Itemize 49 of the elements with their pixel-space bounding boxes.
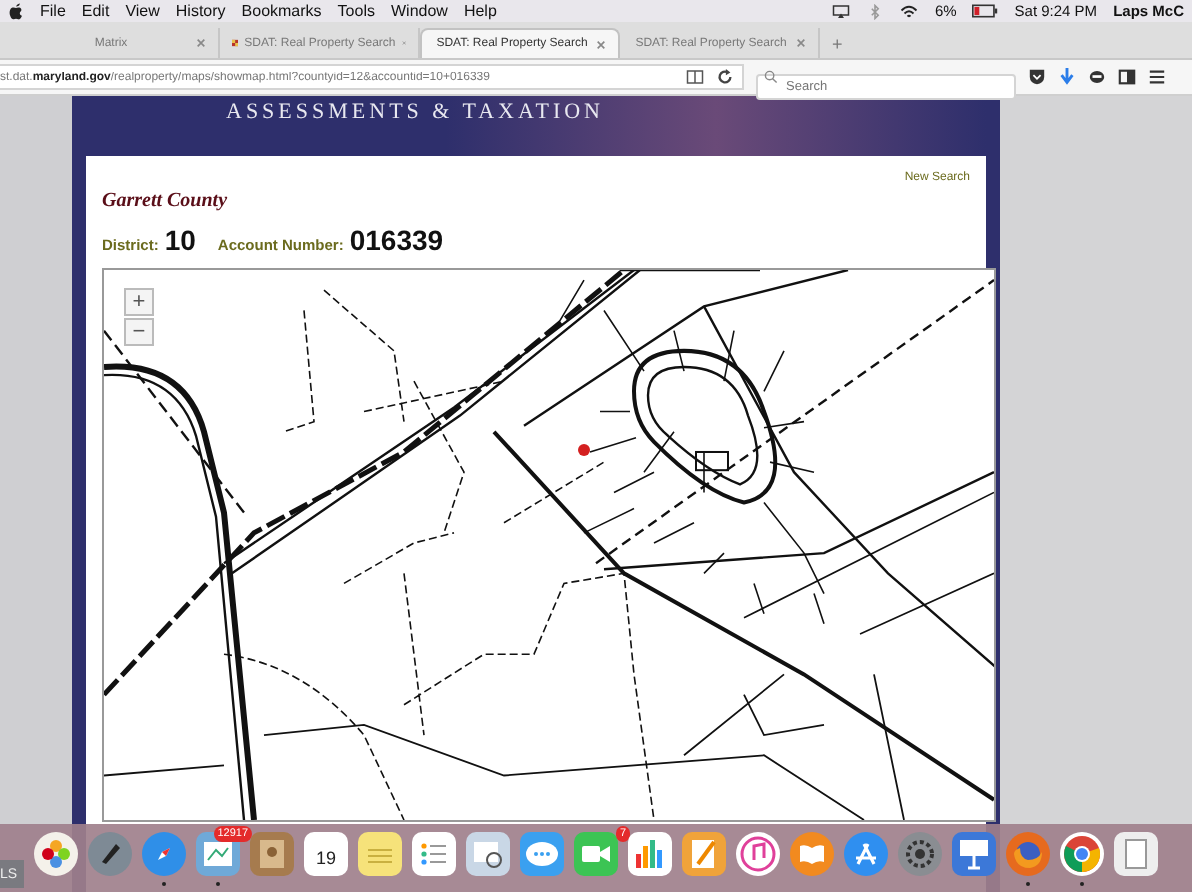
address-book-icon[interactable] bbox=[250, 832, 294, 876]
zoom-in-button[interactable]: + bbox=[124, 288, 154, 316]
document-icon[interactable] bbox=[1114, 832, 1158, 876]
menu-item[interactable]: View bbox=[125, 2, 160, 20]
calendar-icon[interactable]: 19 bbox=[304, 832, 348, 876]
calendar-date: 19 bbox=[315, 848, 336, 868]
menu-item[interactable]: History bbox=[175, 2, 226, 20]
speech-bubble-icon[interactable] bbox=[520, 832, 564, 876]
download-icon[interactable] bbox=[1058, 68, 1076, 86]
district-number: 10 bbox=[164, 224, 196, 256]
location-marker bbox=[578, 444, 590, 456]
pocket-icon[interactable] bbox=[1028, 68, 1046, 86]
new-tab-button[interactable]: + bbox=[820, 28, 855, 58]
notepad-icon[interactable] bbox=[358, 832, 402, 876]
menu-item[interactable]: Window bbox=[390, 2, 448, 20]
bar-chart-icon[interactable] bbox=[628, 832, 672, 876]
reader-view-icon[interactable] bbox=[686, 68, 704, 86]
video-phone-icon[interactable] bbox=[574, 832, 618, 876]
open-book-icon[interactable] bbox=[790, 832, 834, 876]
checklist-icon[interactable] bbox=[412, 832, 456, 876]
app-store-icon[interactable] bbox=[844, 832, 888, 876]
menu-item[interactable]: File bbox=[40, 2, 66, 20]
apple-icon[interactable] bbox=[8, 2, 24, 20]
sidebar-icon[interactable] bbox=[1118, 68, 1136, 86]
photo-viewer-icon[interactable] bbox=[466, 832, 510, 876]
menu-item[interactable]: Bookmarks bbox=[241, 2, 322, 20]
menu-item[interactable]: Edit bbox=[81, 2, 110, 20]
reload-icon[interactable] bbox=[716, 68, 734, 86]
close-icon[interactable] bbox=[596, 39, 606, 49]
screen-mirroring-icon[interactable] bbox=[832, 3, 851, 19]
zoom-out-button[interactable]: − bbox=[124, 318, 154, 346]
menu-item[interactable]: Tools bbox=[337, 2, 375, 20]
color-wheel-icon[interactable] bbox=[1060, 832, 1104, 876]
close-icon[interactable] bbox=[196, 38, 206, 48]
podium-icon[interactable] bbox=[952, 832, 996, 876]
county-title: Garrett County bbox=[102, 190, 228, 212]
gear-icon[interactable] bbox=[898, 832, 942, 876]
search-icon bbox=[764, 70, 778, 84]
wifi-icon[interactable] bbox=[900, 3, 919, 19]
banner-title: ASSESSMENTS & TAXATION bbox=[226, 100, 604, 124]
flower-icon[interactable] bbox=[34, 832, 78, 876]
menu-item[interactable]: Help bbox=[463, 2, 497, 20]
map[interactable]: + − bbox=[102, 268, 996, 822]
bluetooth-icon[interactable] bbox=[866, 3, 885, 19]
account-number: 016339 bbox=[349, 224, 444, 256]
battery-icon[interactable] bbox=[972, 4, 999, 18]
close-icon[interactable] bbox=[796, 38, 806, 48]
pen-document-icon[interactable] bbox=[682, 832, 726, 876]
menu-icon[interactable] bbox=[1148, 68, 1166, 86]
